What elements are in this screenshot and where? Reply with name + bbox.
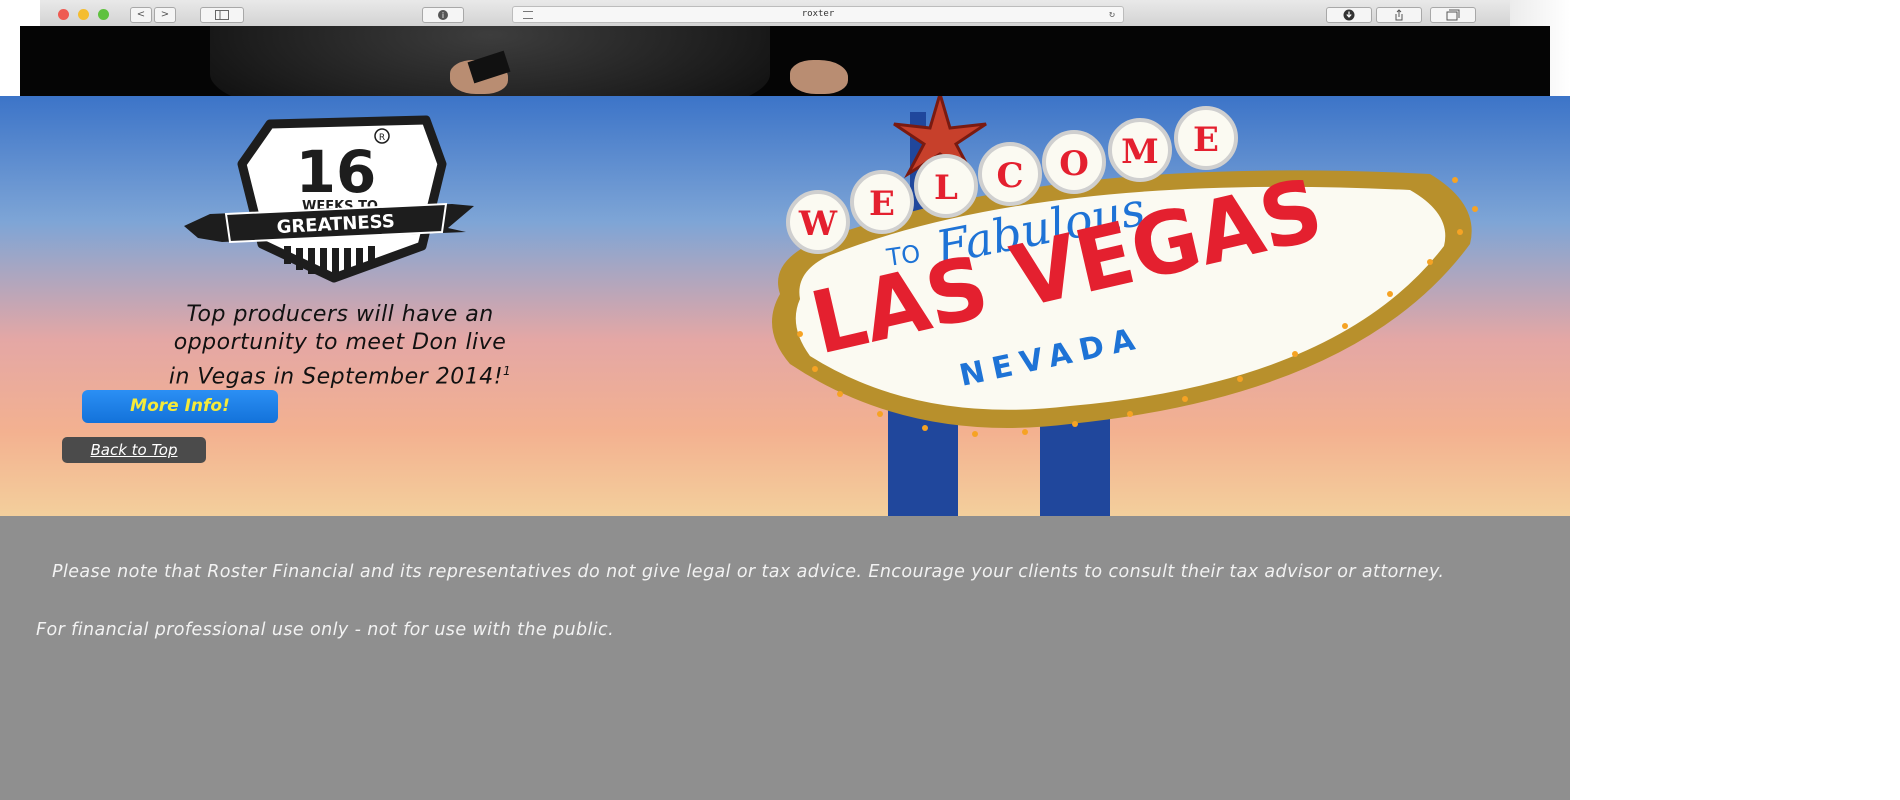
back-to-top-button[interactable]: Back to Top — [62, 437, 206, 463]
promo-line-3: in Vegas in September 2014! — [168, 364, 504, 390]
reload-icon[interactable]: ↻ — [1109, 7, 1115, 22]
welcome-to-las-vegas-sign-image: W E L C O M E TO Fabulous LAS VEGAS NEVA… — [772, 96, 1478, 516]
back-button[interactable]: < — [130, 7, 152, 23]
sidebar-icon[interactable] — [200, 7, 244, 23]
svg-text:W: W — [798, 204, 838, 244]
svg-text:R: R — [379, 133, 385, 143]
svg-text:O: O — [1059, 144, 1089, 184]
address-bar[interactable]: roxter ↻ — [512, 6, 1124, 23]
vegas-banner: R 16 WEEKS TO GREATNESS Top producers wi… — [0, 96, 1570, 516]
share-icon[interactable] — [1376, 7, 1422, 23]
legal-disclaimer-text: Please note that Roster Financial and it… — [52, 562, 1445, 582]
browser-toolbar: < > i roxter ↻ + — [40, 0, 1548, 27]
svg-text:16: 16 — [296, 138, 377, 206]
promo-line-1: Top producers will have an — [186, 302, 494, 327]
sixteen-weeks-badge-logo: R 16 WEEKS TO GREATNESS — [184, 115, 474, 283]
footnote-mark: 1 — [503, 364, 512, 378]
svg-text:L: L — [934, 168, 958, 208]
site-info-icon[interactable]: i — [422, 7, 464, 23]
svg-text:M: M — [1121, 132, 1159, 172]
promo-text: Top producers will have an opportunity t… — [100, 301, 580, 391]
svg-text:i: i — [442, 11, 444, 20]
downloads-icon[interactable] — [1326, 7, 1372, 23]
forward-button[interactable]: > — [154, 7, 176, 23]
close-window-icon[interactable] — [58, 9, 69, 20]
speaker-right-hand-image — [790, 60, 848, 94]
footer-disclaimer-section: Please note that Roster Financial and it… — [0, 516, 1570, 800]
svg-text:E: E — [1193, 120, 1219, 160]
hero-photo-strip — [20, 26, 1550, 96]
professional-use-notice: For financial professional use only - no… — [36, 620, 615, 640]
more-info-button[interactable]: More Info! — [82, 390, 278, 423]
minimize-window-icon[interactable] — [78, 9, 89, 20]
zoom-window-icon[interactable] — [98, 9, 109, 20]
svg-text:E: E — [869, 184, 895, 224]
address-text: roxter — [801, 9, 835, 19]
svg-text:C: C — [996, 156, 1023, 196]
promo-line-2: opportunity to meet Don live — [173, 330, 507, 355]
reader-menu-icon[interactable] — [523, 11, 533, 19]
tabs-overview-icon[interactable] — [1430, 7, 1476, 23]
